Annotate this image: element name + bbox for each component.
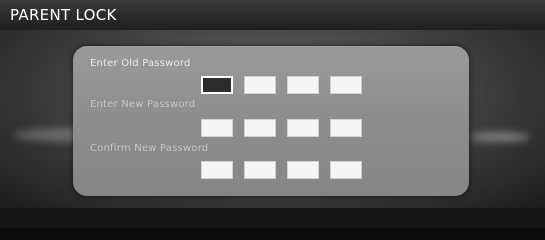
old-password-digit-1[interactable] [201, 76, 233, 94]
new-password-field[interactable] [201, 119, 362, 137]
new-password-digit-3[interactable] [287, 119, 319, 137]
old-password-digit-3[interactable] [287, 76, 319, 94]
old-password-label: Enter Old Password [90, 58, 191, 69]
new-password-digit-1[interactable] [201, 119, 233, 137]
old-password-digit-4[interactable] [330, 76, 362, 94]
confirm-password-digit-4[interactable] [330, 161, 362, 179]
screen-glare [470, 132, 530, 142]
title-bar: PARENT LOCK [0, 0, 545, 31]
parent-lock-screen: PARENT LOCK Enter Old Password Enter New… [0, 0, 545, 228]
old-password-digit-2[interactable] [244, 76, 276, 94]
confirm-password-digit-2[interactable] [244, 161, 276, 179]
confirm-password-digit-3[interactable] [287, 161, 319, 179]
confirm-password-field[interactable] [201, 161, 362, 179]
new-password-digit-2[interactable] [244, 119, 276, 137]
old-password-field[interactable] [201, 76, 362, 94]
bottom-bar [0, 208, 545, 228]
new-password-digit-4[interactable] [330, 119, 362, 137]
confirm-password-digit-1[interactable] [201, 161, 233, 179]
confirm-password-label: Confirm New Password [90, 143, 209, 154]
page-title: PARENT LOCK [10, 6, 117, 24]
new-password-label: Enter New Password [90, 99, 196, 110]
